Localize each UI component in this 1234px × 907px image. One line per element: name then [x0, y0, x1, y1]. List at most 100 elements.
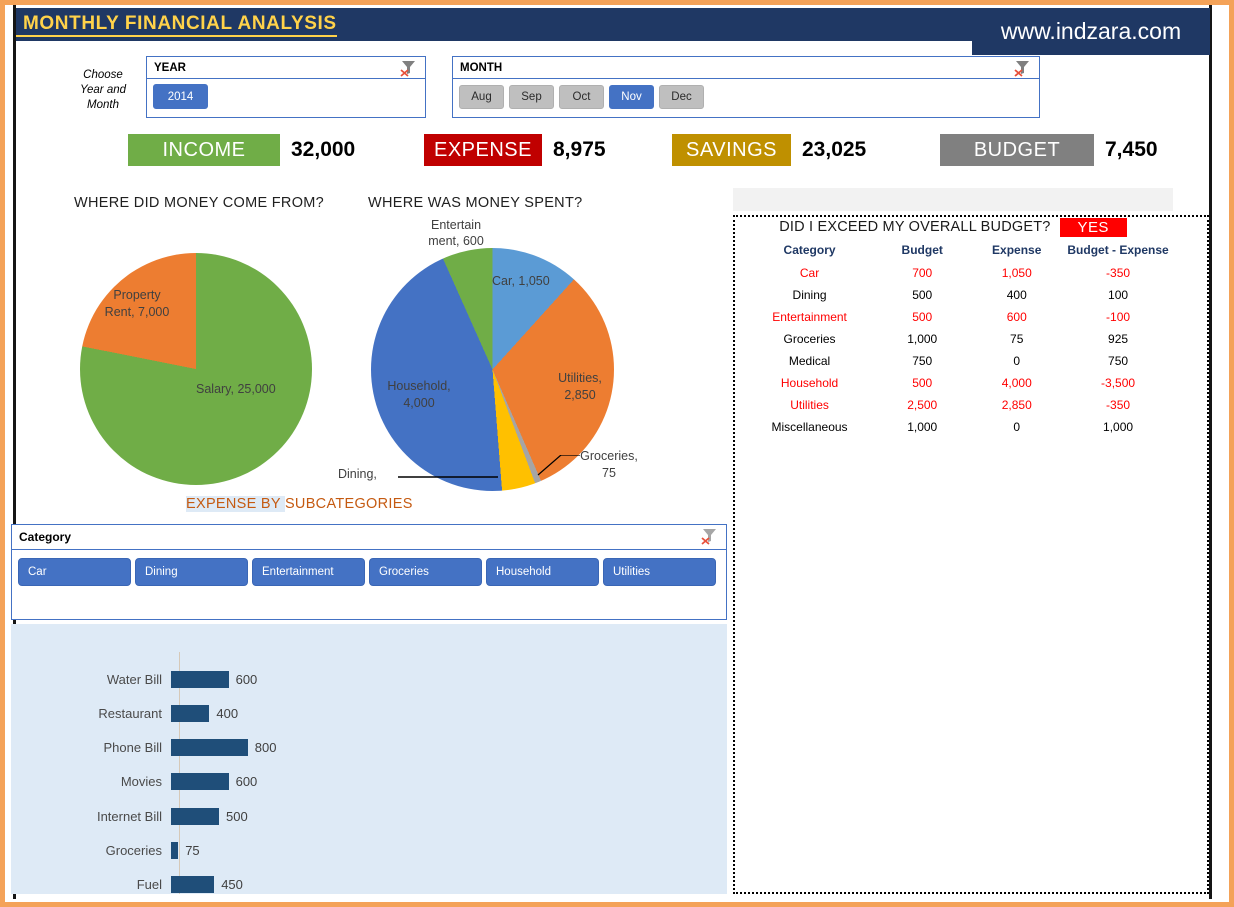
- kpi-expense-value: 8,975: [542, 138, 606, 162]
- table-cell: 500: [875, 306, 969, 328]
- subcat-title-part2: SUBCATEGORIES: [285, 496, 413, 512]
- bar-value-label: 500: [219, 809, 248, 824]
- bar-category-label: Restaurant: [11, 706, 171, 721]
- choose-year-month-label: Choose Year and Month: [70, 68, 136, 113]
- expense-pie-label-dining: Dining,: [338, 466, 377, 483]
- table-cell: 400: [969, 284, 1064, 306]
- year-slicer-options[interactable]: 2014: [147, 79, 425, 115]
- table-cell: Utilities: [744, 394, 875, 416]
- table-cell: Entertainment: [744, 306, 875, 328]
- bar-fill: [171, 739, 248, 756]
- kpi-income-value: 32,000: [280, 138, 355, 162]
- table-cell: 75: [969, 328, 1064, 350]
- category-option-groceries[interactable]: Groceries: [369, 558, 482, 586]
- category-option-car[interactable]: Car: [18, 558, 131, 586]
- bar-row: Water Bill 600: [11, 662, 727, 696]
- month-option-aug[interactable]: Aug: [459, 85, 504, 109]
- category-option-utilities[interactable]: Utilities: [603, 558, 716, 586]
- category-option-dining[interactable]: Dining: [135, 558, 248, 586]
- month-option-sep[interactable]: Sep: [509, 85, 554, 109]
- table-cell: 1,000: [875, 416, 969, 438]
- month-slicer-header: MONTH: [453, 57, 1039, 79]
- table-row: Miscellaneous1,00001,000: [744, 416, 1172, 438]
- month-slicer-title: MONTH: [460, 62, 502, 74]
- col-category: Category: [744, 239, 875, 262]
- clear-filter-icon[interactable]: [1012, 59, 1034, 77]
- col-budget: Budget: [875, 239, 969, 262]
- expense-pie-label-household: Household, 4,000: [382, 378, 456, 412]
- table-cell: 500: [875, 284, 969, 306]
- table-cell: 2,850: [969, 394, 1064, 416]
- year-option-2014[interactable]: 2014: [153, 84, 208, 109]
- kpi-income: INCOME 32,000: [128, 134, 355, 166]
- table-cell: 0: [969, 416, 1064, 438]
- subcat-title-part1: EXPENSE BY: [186, 496, 285, 512]
- table-cell: Medical: [744, 350, 875, 372]
- table-cell: 0: [969, 350, 1064, 372]
- budget-table-panel: Category Budget Expense Budget - Expense…: [733, 215, 1209, 894]
- year-slicer[interactable]: YEAR 2014: [146, 56, 426, 118]
- bar-category-label: Groceries: [11, 843, 171, 858]
- table-cell: 1,000: [1064, 416, 1172, 438]
- brand-logo[interactable]: www.indzara.com: [972, 8, 1210, 55]
- bar-row: Fuel450: [11, 868, 727, 902]
- category-slicer[interactable]: Category Car Dining Entertainment Grocer…: [11, 524, 727, 620]
- kpi-expense: EXPENSE 8,975: [424, 134, 606, 166]
- bar-row: Phone Bill 800: [11, 731, 727, 765]
- col-budget-minus-expense: Budget - Expense: [1064, 239, 1172, 262]
- expense-pie-title: WHERE WAS MONEY SPENT?: [368, 195, 582, 211]
- budget-question-text: DID I EXCEED MY OVERALL BUDGET?: [779, 219, 1050, 235]
- expense-pie-label-entertainment: Entertain ment, 600: [420, 217, 492, 249]
- clear-filter-icon[interactable]: [699, 527, 721, 545]
- table-cell: 4,000: [969, 372, 1064, 394]
- bar-value-label: 800: [248, 740, 277, 755]
- budget-table-header-row: Category Budget Expense Budget - Expense: [744, 239, 1172, 262]
- bar-fill: [171, 808, 219, 825]
- category-option-household[interactable]: Household: [486, 558, 599, 586]
- kpi-savings: SAVINGS 23,025: [672, 134, 866, 166]
- table-cell: 100: [1064, 284, 1172, 306]
- clear-filter-icon[interactable]: [398, 59, 420, 77]
- month-option-oct[interactable]: Oct: [559, 85, 604, 109]
- category-slicer-header: Category: [12, 525, 726, 550]
- bar-fill: [171, 705, 209, 722]
- table-cell: 2,500: [875, 394, 969, 416]
- bar-category-label: Water Bill: [11, 672, 171, 687]
- bar-value-label: 600: [229, 672, 258, 687]
- category-slicer-options[interactable]: Car Dining Entertainment Groceries House…: [12, 550, 726, 594]
- expense-pie-leader-lines: [398, 455, 628, 485]
- budget-answer-badge: YES: [1060, 218, 1127, 237]
- table-row: Household5004,000-3,500: [744, 372, 1172, 394]
- expense-pie-label-car: Car, 1,050: [492, 273, 550, 290]
- bar-value-label: 600: [229, 774, 258, 789]
- year-slicer-header: YEAR: [147, 57, 425, 79]
- month-option-dec[interactable]: Dec: [659, 85, 704, 109]
- bar-fill: [171, 773, 229, 790]
- table-cell: 1,000: [875, 328, 969, 350]
- bar-category-label: Phone Bill: [11, 740, 171, 755]
- table-row: Dining500400100: [744, 284, 1172, 306]
- kpi-savings-label: SAVINGS: [672, 134, 791, 166]
- bar-value-label: 450: [214, 877, 243, 892]
- bar-row: Restaurant400: [11, 696, 727, 730]
- page-frame-right: [1209, 5, 1212, 899]
- bar-row: Groceries75: [11, 834, 727, 868]
- month-slicer-options[interactable]: Aug Sep Oct Nov Dec: [453, 79, 1039, 115]
- category-option-entertainment[interactable]: Entertainment: [252, 558, 365, 586]
- bar-category-label: Movies: [11, 774, 171, 789]
- table-cell: 1,050: [969, 262, 1064, 284]
- month-slicer[interactable]: MONTH Aug Sep Oct Nov Dec: [452, 56, 1040, 118]
- budget-question-row: DID I EXCEED MY OVERALL BUDGET? YES: [733, 216, 1173, 238]
- kpi-expense-label: EXPENSE: [424, 134, 542, 166]
- table-cell: -350: [1064, 394, 1172, 416]
- budget-table: Category Budget Expense Budget - Expense…: [744, 239, 1172, 438]
- bar-row: Internet Bill500: [11, 799, 727, 833]
- month-option-nov[interactable]: Nov: [609, 85, 654, 109]
- page-title: MONTHLY FINANCIAL ANALYSIS: [16, 8, 337, 37]
- kpi-budget-value: 7,450: [1094, 138, 1158, 162]
- year-slicer-title: YEAR: [154, 62, 186, 74]
- table-cell: 750: [1064, 350, 1172, 372]
- bar-fill: [171, 876, 214, 893]
- kpi-savings-value: 23,025: [791, 138, 866, 162]
- table-cell: Dining: [744, 284, 875, 306]
